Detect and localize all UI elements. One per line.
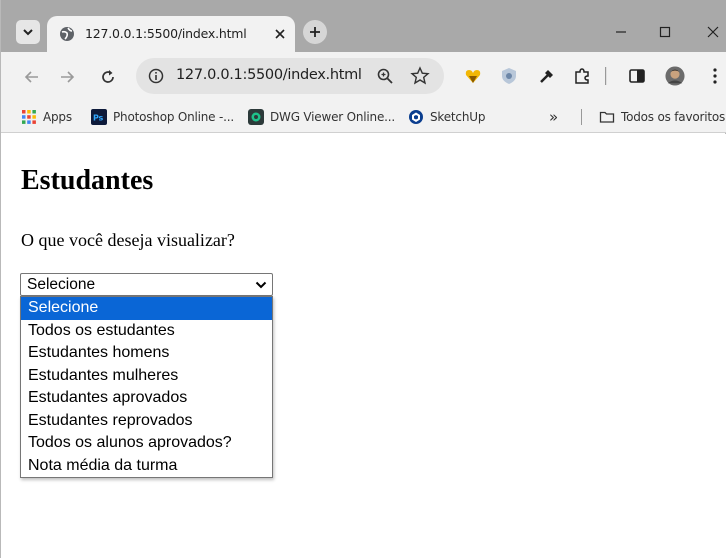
shield-icon — [502, 68, 516, 84]
bookmarks-overflow-button[interactable]: » — [549, 107, 558, 127]
minimize-button[interactable] — [611, 22, 631, 42]
bookmark-label: Photoshop Online -... — [113, 110, 234, 124]
side-panel-icon — [629, 69, 645, 83]
extension-2[interactable] — [499, 66, 519, 86]
select-option[interactable]: Estudantes aprovados — [21, 387, 272, 410]
bookmark-dwg-viewer[interactable]: DWG Viewer Online... — [248, 107, 395, 127]
overflow-label: » — [549, 108, 558, 126]
browser-window: 127.0.0.1:5500/index.html 127.0.0.1:5500… — [0, 0, 726, 558]
maximize-icon — [659, 26, 671, 38]
select-option[interactable]: Nota média da turma — [21, 455, 272, 478]
chevron-down-icon — [255, 281, 267, 289]
tab-active[interactable]: 127.0.0.1:5500/index.html — [47, 16, 295, 52]
bookmarks-divider — [581, 107, 583, 127]
zoom-icon[interactable] — [376, 67, 394, 85]
all-bookmarks-label: Todos os favoritos — [621, 110, 726, 124]
bookmark-sketchup[interactable]: SketchUp — [408, 107, 485, 127]
bookmarks-bar: Apps Ps Photoshop Online -... DWG Viewer… — [1, 100, 726, 133]
extension-3[interactable] — [537, 66, 557, 86]
arrow-left-icon — [24, 71, 38, 83]
arrow-right-icon — [61, 71, 75, 83]
chevron-down-icon — [23, 29, 33, 36]
bookmark-apps[interactable]: Apps — [21, 107, 72, 127]
folder-icon — [599, 111, 615, 123]
tab-search-button[interactable] — [16, 20, 40, 44]
select-option[interactable]: Todos os estudantes — [21, 320, 272, 343]
select-option[interactable]: Estudantes homens — [21, 342, 272, 365]
select-value: Selecione — [27, 276, 96, 293]
plus-icon — [310, 27, 320, 37]
all-bookmarks-button[interactable]: Todos os favoritos — [599, 107, 725, 127]
maximize-button[interactable] — [655, 22, 675, 42]
close-icon — [707, 26, 719, 38]
bookmark-label: SketchUp — [430, 110, 486, 124]
photoshop-icon: Ps — [91, 109, 107, 125]
browser-toolbar: 127.0.0.1:5500/index.html — [1, 52, 726, 100]
tab-strip: 127.0.0.1:5500/index.html — [1, 0, 726, 52]
bookmark-photoshop[interactable]: Ps Photoshop Online -... — [91, 107, 234, 127]
tab-close-button[interactable] — [271, 25, 289, 43]
forward-button[interactable] — [56, 66, 78, 88]
browser-menu-button[interactable] — [705, 66, 725, 86]
apps-grid-icon — [22, 110, 36, 124]
divider-icon — [581, 109, 582, 125]
url-text: 127.0.0.1:5500/index.html — [176, 67, 362, 83]
tab-title: 127.0.0.1:5500/index.html — [85, 26, 247, 41]
bookmark-star-icon[interactable] — [410, 66, 430, 86]
select-option[interactable]: Todos os alunos aprovados? — [21, 432, 272, 455]
close-window-button[interactable] — [703, 22, 723, 42]
sketchup-icon — [409, 110, 423, 124]
extension-heart-icon — [465, 70, 481, 83]
reload-button[interactable] — [97, 66, 119, 88]
avatar — [665, 66, 685, 86]
select-options-list: Selecione Todos os estudantes Estudantes… — [20, 296, 273, 478]
divider-icon — [605, 67, 607, 85]
page-content: Estudantes O que você deseja visualizar?… — [1, 134, 726, 558]
side-panel-button[interactable] — [627, 66, 647, 86]
back-button[interactable] — [21, 66, 43, 88]
bookmark-label: DWG Viewer Online... — [270, 110, 395, 124]
select-option[interactable]: Selecione — [21, 297, 272, 320]
question-label: O que você deseja visualizar? — [21, 230, 235, 250]
address-bar[interactable]: 127.0.0.1:5500/index.html — [136, 58, 444, 94]
svg-text:Ps: Ps — [93, 114, 104, 123]
extension-1[interactable] — [463, 66, 483, 86]
globe-icon — [60, 27, 74, 41]
close-icon — [275, 29, 285, 39]
dwg-viewer-icon — [248, 109, 264, 125]
select-option[interactable]: Estudantes reprovados — [21, 410, 272, 433]
new-tab-button[interactable] — [303, 20, 327, 44]
kebab-menu-icon — [713, 68, 717, 84]
site-info-icon[interactable] — [148, 68, 164, 84]
puzzle-icon — [575, 68, 589, 84]
reload-icon — [102, 70, 114, 83]
bookmark-label: Apps — [43, 110, 72, 124]
select-option[interactable]: Estudantes mulheres — [21, 365, 272, 388]
extensions-button[interactable] — [572, 66, 592, 86]
minimize-icon — [616, 31, 626, 33]
page-title: Estudantes — [21, 165, 154, 196]
toolbar-divider — [602, 66, 610, 86]
eyedropper-icon — [540, 70, 553, 83]
profile-avatar[interactable] — [665, 66, 685, 86]
view-select[interactable]: Selecione — [20, 273, 273, 296]
